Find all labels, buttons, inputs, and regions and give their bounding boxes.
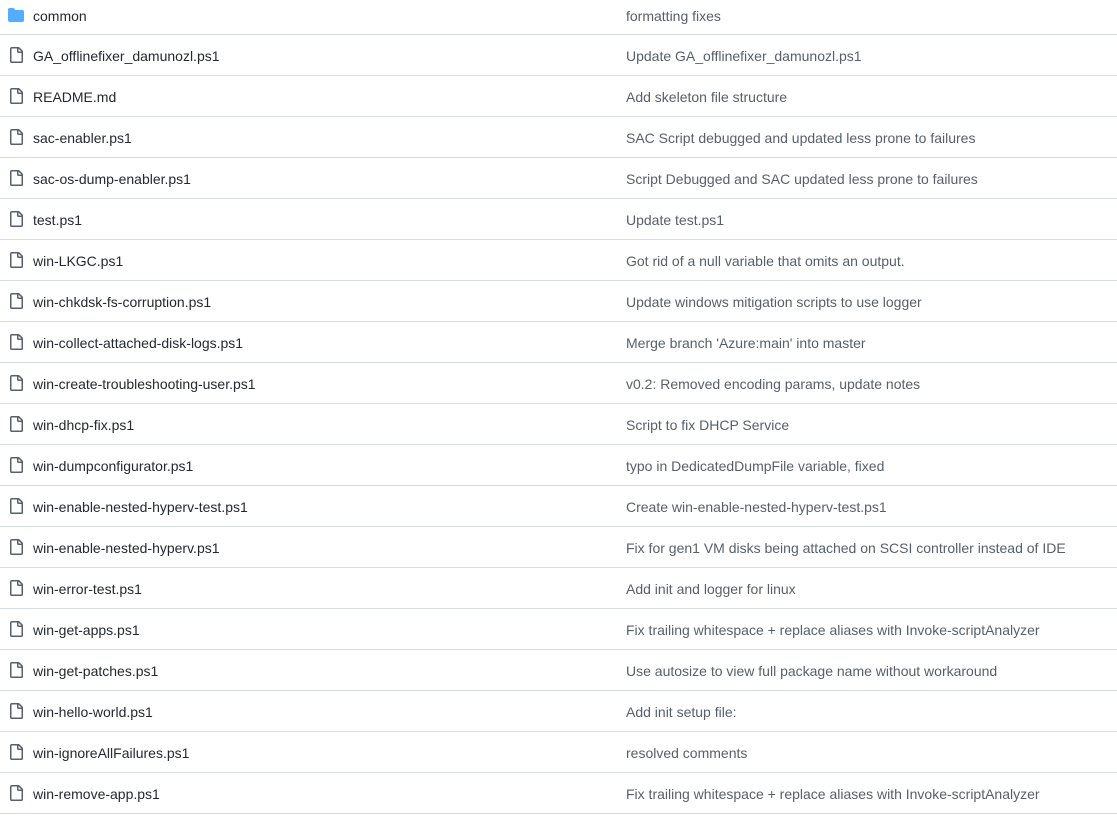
- file-name-link[interactable]: README.md: [33, 88, 116, 106]
- file-row[interactable]: README.md Add skeleton file structure: [0, 76, 1117, 117]
- file-row[interactable]: win-remove-app.ps1 Fix trailing whitespa…: [0, 773, 1117, 814]
- file-icon: [8, 744, 24, 760]
- file-icon: [8, 293, 24, 309]
- file-name-link[interactable]: sac-enabler.ps1: [33, 129, 132, 147]
- file-icon: [8, 498, 24, 514]
- commit-message-link[interactable]: Update GA_offlinefixer_damunozl.ps1: [626, 47, 862, 65]
- file-name-link[interactable]: win-dhcp-fix.ps1: [33, 416, 134, 434]
- commit-message-link[interactable]: Merge branch 'Azure:main' into master: [626, 334, 866, 352]
- file-name-link[interactable]: win-enable-nested-hyperv.ps1: [33, 539, 220, 557]
- file-icon: [8, 129, 24, 145]
- file-name-link[interactable]: win-remove-app.ps1: [33, 785, 160, 803]
- file-row[interactable]: win-get-apps.ps1 Fix trailing whitespace…: [0, 609, 1117, 650]
- commit-message-link[interactable]: typo in DedicatedDumpFile variable, fixe…: [626, 457, 884, 475]
- file-row[interactable]: win-error-test.ps1 Add init and logger f…: [0, 568, 1117, 609]
- file-name-link[interactable]: sac-os-dump-enabler.ps1: [33, 170, 191, 188]
- file-name-link[interactable]: win-error-test.ps1: [33, 580, 142, 598]
- file-icon: [8, 621, 24, 637]
- commit-message-link[interactable]: Script to fix DHCP Service: [626, 416, 789, 434]
- file-icon: [8, 662, 24, 678]
- file-name-link[interactable]: GA_offlinefixer_damunozl.ps1: [33, 47, 220, 65]
- file-icon: [8, 334, 24, 350]
- file-icon: [8, 252, 24, 268]
- file-icon: [8, 88, 24, 104]
- file-name-link[interactable]: win-ignoreAllFailures.ps1: [33, 744, 189, 762]
- file-row[interactable]: test.ps1 Update test.ps1: [0, 199, 1117, 240]
- file-row[interactable]: win-enable-nested-hyperv-test.ps1 Create…: [0, 486, 1117, 527]
- commit-message-link[interactable]: resolved comments: [626, 744, 747, 762]
- file-list: common formatting fixes GA_offlinefixer_…: [0, 0, 1117, 814]
- commit-message-link[interactable]: Fix for gen1 VM disks being attached on …: [626, 539, 1066, 557]
- commit-message-link[interactable]: Update test.ps1: [626, 211, 724, 229]
- file-icon: [8, 47, 24, 63]
- commit-message-link[interactable]: Fix trailing whitespace + replace aliase…: [626, 785, 1040, 803]
- file-icon: [8, 539, 24, 555]
- file-row[interactable]: common formatting fixes: [0, 0, 1117, 35]
- file-name-link[interactable]: win-get-apps.ps1: [33, 621, 140, 639]
- file-icon: [8, 170, 24, 186]
- file-row[interactable]: sac-os-dump-enabler.ps1 Script Debugged …: [0, 158, 1117, 199]
- file-name-link[interactable]: win-create-troubleshooting-user.ps1: [33, 375, 256, 393]
- commit-message-link[interactable]: Got rid of a null variable that omits an…: [626, 252, 905, 270]
- file-icon: [8, 375, 24, 391]
- file-row[interactable]: win-enable-nested-hyperv.ps1 Fix for gen…: [0, 527, 1117, 568]
- file-row[interactable]: win-collect-attached-disk-logs.ps1 Merge…: [0, 322, 1117, 363]
- commit-message-link[interactable]: Use autosize to view full package name w…: [626, 662, 997, 680]
- file-row[interactable]: win-get-patches.ps1 Use autosize to view…: [0, 650, 1117, 691]
- commit-message-link[interactable]: formatting fixes: [626, 7, 721, 25]
- file-row[interactable]: win-create-troubleshooting-user.ps1 v0.2…: [0, 363, 1117, 404]
- file-row[interactable]: sac-enabler.ps1 SAC Script debugged and …: [0, 117, 1117, 158]
- file-row[interactable]: win-hello-world.ps1 Add init setup file:: [0, 691, 1117, 732]
- file-icon: [8, 457, 24, 473]
- file-icon: [8, 580, 24, 596]
- file-name-link[interactable]: win-dumpconfigurator.ps1: [33, 457, 193, 475]
- file-row[interactable]: GA_offlinefixer_damunozl.ps1 Update GA_o…: [0, 35, 1117, 76]
- folder-icon: [8, 7, 24, 23]
- file-row[interactable]: win-dhcp-fix.ps1 Script to fix DHCP Serv…: [0, 404, 1117, 445]
- file-name-link[interactable]: win-get-patches.ps1: [33, 662, 158, 680]
- commit-message-link[interactable]: Add skeleton file structure: [626, 88, 787, 106]
- file-name-link[interactable]: win-enable-nested-hyperv-test.ps1: [33, 498, 248, 516]
- file-row[interactable]: win-chkdsk-fs-corruption.ps1 Update wind…: [0, 281, 1117, 322]
- file-name-link[interactable]: win-chkdsk-fs-corruption.ps1: [33, 293, 211, 311]
- file-row[interactable]: win-dumpconfigurator.ps1 typo in Dedicat…: [0, 445, 1117, 486]
- file-name-link[interactable]: test.ps1: [33, 211, 82, 229]
- commit-message-link[interactable]: Add init and logger for linux: [626, 580, 796, 598]
- file-icon: [8, 211, 24, 227]
- commit-message-link[interactable]: Fix trailing whitespace + replace aliase…: [626, 621, 1040, 639]
- commit-message-link[interactable]: SAC Script debugged and updated less pro…: [626, 129, 975, 147]
- file-name-link[interactable]: common: [33, 7, 87, 25]
- commit-message-link[interactable]: Script Debugged and SAC updated less pro…: [626, 170, 978, 188]
- file-icon: [8, 785, 24, 801]
- commit-message-link[interactable]: Add init setup file:: [626, 703, 737, 721]
- commit-message-link[interactable]: v0.2: Removed encoding params, update no…: [626, 375, 920, 393]
- file-name-link[interactable]: win-collect-attached-disk-logs.ps1: [33, 334, 243, 352]
- file-name-link[interactable]: win-hello-world.ps1: [33, 703, 153, 721]
- commit-message-link[interactable]: Update windows mitigation scripts to use…: [626, 293, 922, 311]
- commit-message-link[interactable]: Create win-enable-nested-hyperv-test.ps1: [626, 498, 887, 516]
- file-row[interactable]: win-LKGC.ps1 Got rid of a null variable …: [0, 240, 1117, 281]
- file-icon: [8, 416, 24, 432]
- file-icon: [8, 703, 24, 719]
- file-row[interactable]: win-ignoreAllFailures.ps1 resolved comme…: [0, 732, 1117, 773]
- file-name-link[interactable]: win-LKGC.ps1: [33, 252, 123, 270]
